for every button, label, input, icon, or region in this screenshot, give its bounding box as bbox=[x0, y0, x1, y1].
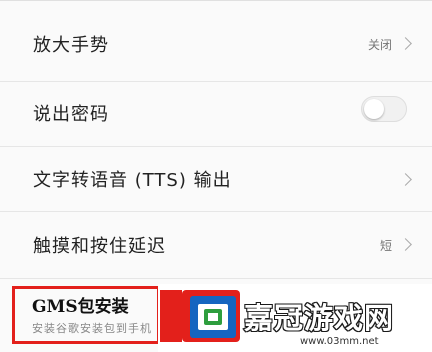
setting-tts-output[interactable]: 文字转语音 (TTS) 输出 bbox=[0, 147, 432, 211]
setting-label: 说出密码 bbox=[33, 104, 109, 125]
watermark-logo-icon bbox=[180, 288, 242, 344]
toggle-knob bbox=[364, 99, 384, 119]
chevron-right-icon bbox=[399, 238, 412, 251]
setting-touch-hold-delay[interactable]: 触摸和按住延迟 短 bbox=[0, 212, 432, 278]
setting-value: 短 bbox=[379, 239, 392, 253]
chevron-right-icon bbox=[399, 37, 412, 50]
watermark-red-stripe bbox=[160, 290, 182, 342]
watermark-url: www.03mm.net bbox=[300, 336, 379, 347]
setting-label: 文字转语音 (TTS) 输出 bbox=[33, 170, 232, 191]
speak-passwords-toggle[interactable] bbox=[361, 96, 407, 122]
setting-label: 放大手势 bbox=[33, 35, 109, 56]
chevron-right-icon bbox=[399, 173, 412, 186]
highlight-box bbox=[12, 286, 160, 344]
setting-magnify-gesture[interactable]: 放大手势 关闭 bbox=[0, 1, 432, 81]
setting-label: 触摸和按住延迟 bbox=[33, 236, 166, 257]
setting-value: 关闭 bbox=[367, 38, 392, 52]
watermark-site-name: 嘉冠游戏网 bbox=[243, 300, 395, 336]
